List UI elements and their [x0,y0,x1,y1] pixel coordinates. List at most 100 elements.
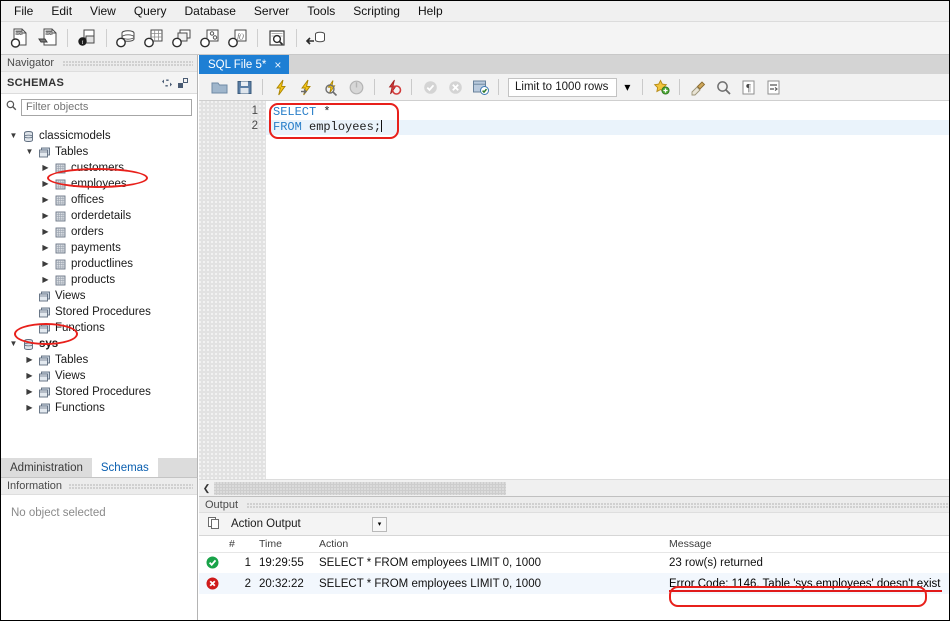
chevron-right-icon[interactable]: ▶ [39,208,52,224]
scrollbar-thumb[interactable] [214,481,506,495]
chevron-right-icon[interactable]: ▶ [39,224,52,240]
refresh-icon[interactable] [159,76,175,90]
chevron-down-icon[interactable]: ▾ [372,516,387,532]
chevron-down-icon[interactable]: ▼ [7,128,20,144]
chevron-right-icon[interactable]: ▶ [39,240,52,256]
navigator-caption-label: Navigator [7,57,55,69]
close-icon[interactable]: × [272,58,283,72]
snippets-icon[interactable] [649,76,673,98]
menu-item-database[interactable]: Database [176,2,245,20]
autocommit-icon[interactable] [468,76,492,98]
menu-item-view[interactable]: View [81,2,125,20]
execute-icon[interactable] [269,76,293,98]
tree-node-stored-procedures[interactable]: ▶ Stored Procedures [1,304,197,320]
tab-sql-file-5[interactable]: SQL File 5* × [199,55,290,74]
chevron-right-icon[interactable]: ▶ [23,352,36,368]
tree-node-products[interactable]: ▶ products [1,272,197,288]
code-line[interactable]: FROM employees; [266,120,949,135]
collapse-all-icon[interactable] [175,76,191,90]
menu-item-server[interactable]: Server [245,2,298,20]
tree-node-tables[interactable]: ▶ Tables [1,352,197,368]
row-action: SELECT * FROM employees LIMIT 0, 1000 [319,556,541,569]
tree-node-tables[interactable]: ▼ Tables [1,144,197,160]
explain-icon[interactable] [319,76,343,98]
tree-node-employees[interactable]: ▶ employees [1,176,197,192]
chevron-down-icon[interactable]: ▼ [23,144,36,160]
open-sql-script-icon[interactable]: SQL [35,25,61,51]
tree-node-functions[interactable]: ▶ Functions [1,320,197,336]
tree-node-stored-procedures[interactable]: ▶ Stored Procedures [1,384,197,400]
chevron-down-icon[interactable]: ▼ [7,336,20,352]
tab-schemas[interactable]: Schemas [91,458,158,477]
new-schema-icon[interactable] [113,25,139,51]
tree-node-productlines[interactable]: ▶ productlines [1,256,197,272]
reconnect-server-icon[interactable] [303,25,329,51]
tree-node-customers[interactable]: ▶ customers [1,160,197,176]
show-invisible-chars-icon[interactable]: ¶ [736,76,760,98]
menu-item-tools[interactable]: Tools [298,2,344,20]
save-file-icon[interactable] [232,76,256,98]
tree-node-views[interactable]: ▶ Views [1,288,197,304]
execute-current-statement-icon[interactable] [294,76,318,98]
toggle-stop-on-error-icon[interactable] [381,76,405,98]
chevron-right-icon[interactable]: ▶ [23,368,36,384]
schemas-header: SCHEMAS [1,72,197,94]
action-output-table: # Time Action Message 1 19:29:55 SELECT * … [199,536,949,594]
editor-code-area[interactable]: SELECT * FROM employees; [266,101,949,479]
tree-node-views[interactable]: ▶ Views [1,368,197,384]
scroll-left-icon[interactable]: ❮ [199,480,214,497]
chevron-right-icon[interactable]: ▶ [39,272,52,288]
new-sql-tab-icon[interactable]: SQL [7,25,33,51]
limit-rows-value: Limit to 1000 rows [515,81,609,93]
row-status [199,573,225,594]
chevron-right-icon[interactable]: ▶ [23,400,36,416]
find-icon[interactable] [711,76,735,98]
wrap-lines-icon[interactable] [761,76,785,98]
output-row[interactable]: 2 20:32:22 SELECT * FROM employees LIMIT 0… [199,573,949,594]
schema-tree[interactable]: ▼ classicmodels ▼ Tables ▶ customers ▶ employee… [1,126,197,458]
chevron-right-icon[interactable]: ▶ [39,176,52,192]
tree-node-functions[interactable]: ▶ Functions [1,400,197,416]
caption-dots [69,484,193,489]
copy-icon[interactable] [207,516,221,533]
tree-spacer: ▶ [23,320,36,336]
limit-rows-chevron-down-icon[interactable]: ▾ [618,76,636,98]
new-table-icon[interactable] [141,25,167,51]
menu-item-file[interactable]: File [5,2,42,20]
menu-item-help[interactable]: Help [409,2,452,20]
tree-node-orders[interactable]: ▶ orders [1,224,197,240]
scrollbar-track[interactable] [214,480,949,497]
editor-tab-strip: SQL File 5* × [199,55,949,74]
new-procedure-icon[interactable] [197,25,223,51]
menu-bar: File Edit View Query Database Server Too… [1,1,949,22]
svg-text:SQL: SQL [15,31,22,35]
toolbar-separator [374,79,375,95]
beautify-icon[interactable] [686,76,710,98]
menu-item-edit[interactable]: Edit [42,2,81,20]
tree-node-label: Functions [55,322,105,334]
output-type-select[interactable]: Action Output ▾ [227,515,387,533]
tree-node-orderdetails[interactable]: ▶ orderdetails [1,208,197,224]
menu-item-scripting[interactable]: Scripting [344,2,409,20]
menu-item-query[interactable]: Query [125,2,176,20]
chevron-right-icon[interactable]: ▶ [39,160,52,176]
chevron-right-icon[interactable]: ▶ [39,192,52,208]
tree-node-classicmodels[interactable]: ▼ classicmodels [1,128,197,144]
tree-node-offices[interactable]: ▶ offices [1,192,197,208]
chevron-right-icon[interactable]: ▶ [39,256,52,272]
filter-objects-input[interactable] [21,98,192,116]
tab-administration[interactable]: Administration [1,458,92,477]
chevron-right-icon[interactable]: ▶ [23,384,36,400]
editor-horizontal-scrollbar[interactable]: ❮ [199,479,949,497]
output-row[interactable]: 1 19:29:55 SELECT * FROM employees LIMIT 0… [199,552,949,573]
tree-node-sys[interactable]: ▼ sys [1,336,197,352]
code-line[interactable]: SELECT * [266,105,949,120]
open-file-icon[interactable] [207,76,231,98]
limit-rows-dropdown[interactable]: Limit to 1000 rows [508,77,618,97]
tree-node-payments[interactable]: ▶ payments [1,240,197,256]
sql-editor[interactable]: 12 SELECT * FROM employees; [199,101,949,479]
new-view-icon[interactable] [169,25,195,51]
search-data-icon[interactable] [264,25,290,51]
new-function-icon[interactable]: f() [225,25,251,51]
inspector-icon[interactable]: i [74,25,100,51]
